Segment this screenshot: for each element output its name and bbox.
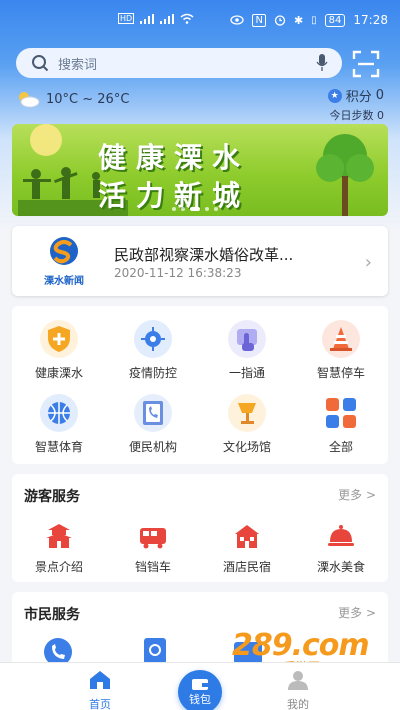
grid-item-label: 疫情防控: [128, 366, 177, 380]
status-bar: HD N ✱ ▯ 84 17:28: [0, 0, 400, 46]
grid-item-label: 智慧体育: [34, 440, 83, 454]
site-watermark: 289.com 手游网: [232, 628, 370, 674]
tourist-item-label: 酒店民宿: [222, 560, 271, 574]
status-right: N ✱ ▯ 84 17:28: [230, 13, 388, 27]
wallet-icon: [192, 679, 208, 690]
pagination-dot[interactable]: [181, 207, 185, 211]
section-title: 市民服务: [24, 607, 80, 623]
grid-item-institutions[interactable]: 便民机构: [106, 394, 200, 455]
feature-grid: 健康溧水 疫情防控 一指通 智慧停车 智慧体育 便民机构 文化场馆 全部: [12, 306, 388, 464]
tab-home[interactable]: 首页: [60, 669, 140, 710]
alarm-icon: [274, 15, 286, 26]
grid-item-label: 便民机构: [128, 440, 177, 454]
grid-item-label: 健康溧水: [34, 366, 83, 380]
battery-indicator: 84: [324, 13, 346, 27]
star-icon: ★: [327, 88, 342, 103]
section-title: 游客服务: [24, 489, 80, 505]
bluetooth-icon: ✱: [293, 13, 304, 27]
notebook-icon[interactable]: [138, 636, 170, 664]
news-time: 2020-11-12 16:38:23: [114, 266, 242, 280]
apps-grid-icon: [322, 394, 360, 432]
grid-item-all[interactable]: 全部: [294, 394, 388, 455]
tourist-services: 游客服务 更多 > 景点介绍 铛铛车 酒店民宿 溧水美食: [12, 474, 388, 582]
vibrate-icon: ▯: [311, 14, 317, 26]
traffic-cone-icon: [322, 320, 360, 358]
status-left: HD: [118, 13, 194, 24]
grid-item-culture[interactable]: 文化场馆: [200, 394, 294, 455]
tab-mine[interactable]: 我的: [258, 669, 338, 710]
person-icon: [288, 671, 308, 690]
steps-value: 0: [377, 109, 384, 122]
tourist-item-food[interactable]: 溧水美食: [294, 520, 388, 575]
wifi-icon: [180, 13, 194, 24]
pagoda-icon: [43, 520, 75, 552]
points-widget[interactable]: ★ 积分 0 今日步数 0: [327, 86, 384, 123]
temperature-text: 10°C ~ 26°C: [46, 91, 130, 107]
signal-icon: [140, 13, 155, 24]
home-icon: [90, 671, 110, 689]
lamp-icon: [228, 394, 266, 432]
nfc-icon: N: [252, 13, 266, 27]
steps-label: 今日步数: [329, 109, 374, 122]
phone-icon[interactable]: [42, 636, 74, 664]
lishui-news-logo-icon: [50, 237, 78, 265]
tourist-item-scenic[interactable]: 景点介绍: [12, 520, 106, 575]
hand-pointer-icon: [228, 320, 266, 358]
points-value: 0: [375, 88, 384, 103]
pagination-dot-active[interactable]: [190, 207, 200, 211]
tourist-item-label: 铛铛车: [134, 560, 171, 574]
scan-icon[interactable]: [352, 50, 380, 78]
eye-icon: [230, 15, 245, 25]
clock: 17:28: [353, 13, 388, 27]
more-link[interactable]: 更多 >: [338, 486, 376, 503]
news-card[interactable]: 溧水新闻 民政部视察溧水婚俗改革... 2020-11-12 16:38:23 …: [12, 226, 388, 296]
grid-item-label: 文化场馆: [222, 440, 271, 454]
grid-item-health[interactable]: 健康溧水: [12, 320, 106, 381]
points-label: 积分: [345, 90, 372, 105]
news-logo-label: 溧水新闻: [44, 276, 84, 287]
tram-icon: [137, 520, 169, 552]
grid-item-label: 智慧停车: [316, 366, 365, 380]
hd-icon: HD: [118, 13, 135, 24]
shield-plus-icon: [40, 320, 78, 358]
news-title[interactable]: 民政部视察溧水婚俗改革...: [114, 244, 293, 265]
phone-book-icon: [134, 394, 172, 432]
tree-icon: [316, 134, 374, 216]
tab-label: 钱包: [189, 693, 211, 706]
news-logo: 溧水新闻: [34, 236, 94, 287]
search-icon: [30, 53, 50, 73]
pagination-dot[interactable]: [172, 207, 176, 211]
pagination-dot[interactable]: [214, 207, 218, 211]
virus-icon: [134, 320, 172, 358]
chevron-right-icon[interactable]: ›: [365, 252, 372, 273]
hotel-icon: [231, 520, 263, 552]
grid-item-label: 一指通: [228, 366, 265, 380]
microphone-icon[interactable]: [316, 54, 328, 72]
banner-pagination: [172, 207, 218, 211]
tourist-item-label: 景点介绍: [34, 560, 83, 574]
weather-widget[interactable]: 10°C ~ 26°C: [16, 90, 129, 108]
banner-line-1: 健康溧水: [98, 141, 251, 174]
tab-wallet[interactable]: 钱包: [178, 670, 222, 710]
grid-item-parking[interactable]: 智慧停车: [294, 320, 388, 381]
tourist-item-label: 溧水美食: [316, 560, 365, 574]
search-bar[interactable]: 搜索词: [16, 48, 342, 78]
tab-label: 我的: [287, 698, 309, 710]
tourist-item-hotel[interactable]: 酒店民宿: [200, 520, 294, 575]
more-link[interactable]: 更多 >: [338, 604, 376, 621]
pagination-dot[interactable]: [205, 207, 209, 211]
signal-icon: [160, 13, 175, 24]
tourist-item-tram[interactable]: 铛铛车: [106, 520, 200, 575]
search-input[interactable]: 搜索词: [58, 54, 97, 73]
grid-item-one-finger[interactable]: 一指通: [200, 320, 294, 381]
food-cover-icon: [325, 520, 357, 552]
basketball-icon: [40, 394, 78, 432]
grid-item-sports[interactable]: 智慧体育: [12, 394, 106, 455]
grid-item-label: 全部: [328, 440, 353, 454]
partly-cloudy-icon: [19, 92, 40, 108]
grid-item-epidemic[interactable]: 疫情防控: [106, 320, 200, 381]
promo-banner[interactable]: 健康溧水 活力新城: [12, 124, 388, 216]
tab-label: 首页: [89, 698, 111, 710]
